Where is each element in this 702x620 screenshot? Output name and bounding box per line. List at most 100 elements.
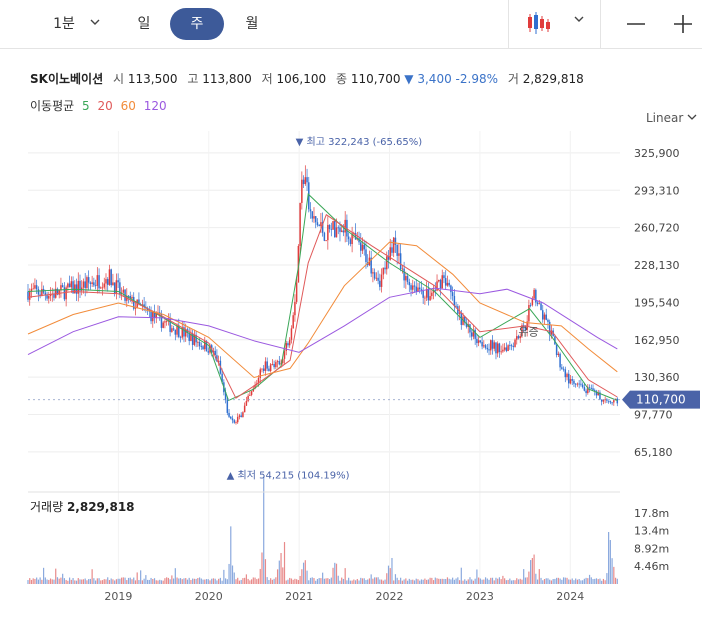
volume-bar: [384, 579, 386, 584]
candle-body: [574, 383, 577, 385]
candle-body: [174, 329, 177, 335]
candle-body: [498, 343, 501, 352]
candle-body: [363, 244, 365, 250]
volume-bar: [412, 579, 414, 584]
volume-bar: [157, 580, 159, 584]
candle-body: [509, 345, 511, 347]
volume-bar: [490, 577, 492, 584]
candle-body: [451, 292, 454, 296]
volume-bar: [193, 578, 195, 584]
volume-bar: [271, 579, 273, 584]
volume-bar: [401, 580, 403, 584]
candle-body: [306, 177, 308, 183]
volume-bar: [561, 579, 563, 584]
price-chart[interactable]: 65,180 97,770 130,360 162,950 195,540 228,130…: [0, 0, 702, 620]
volume-bar: [360, 577, 362, 584]
rights-offering-annotation: 유증: [518, 326, 538, 339]
volume-bar: [224, 578, 227, 584]
volume-bar: [75, 580, 78, 584]
volume-bar: [185, 578, 187, 584]
candle-body: [500, 351, 502, 353]
price-tick-label: 195,540: [634, 296, 680, 309]
volume-bar: [202, 579, 204, 584]
candle-body: [103, 283, 106, 288]
volume-bar: [242, 578, 244, 584]
volume-bar: [616, 578, 618, 584]
volume-bar: [585, 577, 587, 584]
volume-bar: [29, 578, 31, 584]
volume-bar: [514, 580, 516, 584]
candle-body: [197, 341, 199, 343]
volume-bar: [124, 577, 126, 584]
candle-body: [418, 287, 421, 290]
volume-bar: [339, 580, 341, 584]
candle-body: [58, 290, 60, 295]
volume-bar: [96, 578, 98, 584]
volume-bar: [566, 577, 568, 584]
candle-body: [30, 288, 33, 292]
candle-body: [372, 272, 374, 274]
volume-bar: [601, 580, 603, 584]
candle-body: [427, 288, 430, 301]
candle-body: [396, 244, 398, 256]
candle-body: [609, 401, 612, 403]
candle-body: [100, 287, 102, 289]
volume-pane-value: 2,829,818: [67, 500, 135, 514]
volume-bar: [237, 577, 239, 584]
candle-body: [48, 296, 50, 299]
candle-body: [240, 415, 242, 418]
candle-body: [391, 247, 393, 253]
candle-body: [269, 364, 272, 372]
volume-bar: [452, 577, 454, 584]
volume-bar: [439, 578, 442, 584]
volume-bar: [133, 577, 135, 584]
candle-body: [412, 285, 414, 290]
volume-bar: [536, 579, 539, 584]
candle-body: [408, 281, 411, 286]
candle-body: [320, 222, 322, 227]
volume-bar: [275, 577, 277, 584]
volume-bar: [316, 579, 319, 584]
volume-bar: [68, 577, 71, 584]
volume-bar: [294, 578, 296, 584]
candle-body: [607, 400, 610, 402]
candle-body: [502, 349, 504, 352]
volume-bar: [396, 577, 398, 584]
volume-bar: [197, 578, 199, 584]
volume-bar: [273, 578, 275, 584]
candle-body: [483, 345, 485, 347]
volume-bar: [126, 580, 128, 584]
candle-body: [37, 289, 40, 295]
volume-bar: [94, 580, 97, 584]
candle-body: [27, 291, 29, 300]
volume-bar: [143, 578, 145, 584]
candle-body: [32, 288, 34, 290]
candle-body: [373, 272, 376, 279]
candle-body: [600, 399, 603, 402]
candle-body: [285, 343, 287, 351]
candle-body: [93, 282, 95, 286]
volume-bar: [516, 578, 518, 584]
candle-body: [273, 364, 275, 368]
candle-body: [264, 361, 267, 371]
candle-body: [398, 253, 400, 256]
candle-body: [171, 328, 173, 332]
volume-bar: [70, 579, 72, 584]
volume-bar: [524, 577, 527, 584]
volume-bar: [296, 579, 298, 584]
candle-body: [96, 275, 99, 286]
candle-body: [41, 288, 43, 296]
candle-body: [415, 286, 417, 292]
candle-body: [294, 301, 296, 316]
candle-body: [290, 328, 293, 340]
volume-bar: [556, 577, 558, 584]
volume-bar: [410, 579, 412, 584]
volume-bar: [264, 559, 267, 584]
volume-bar: [328, 579, 331, 584]
volume-bar: [308, 580, 310, 584]
volume-bar: [41, 579, 43, 584]
time-tick-label: 2021: [285, 590, 313, 603]
candle-body: [588, 387, 591, 389]
volume-bar: [426, 579, 428, 584]
volume-bar: [160, 580, 163, 584]
